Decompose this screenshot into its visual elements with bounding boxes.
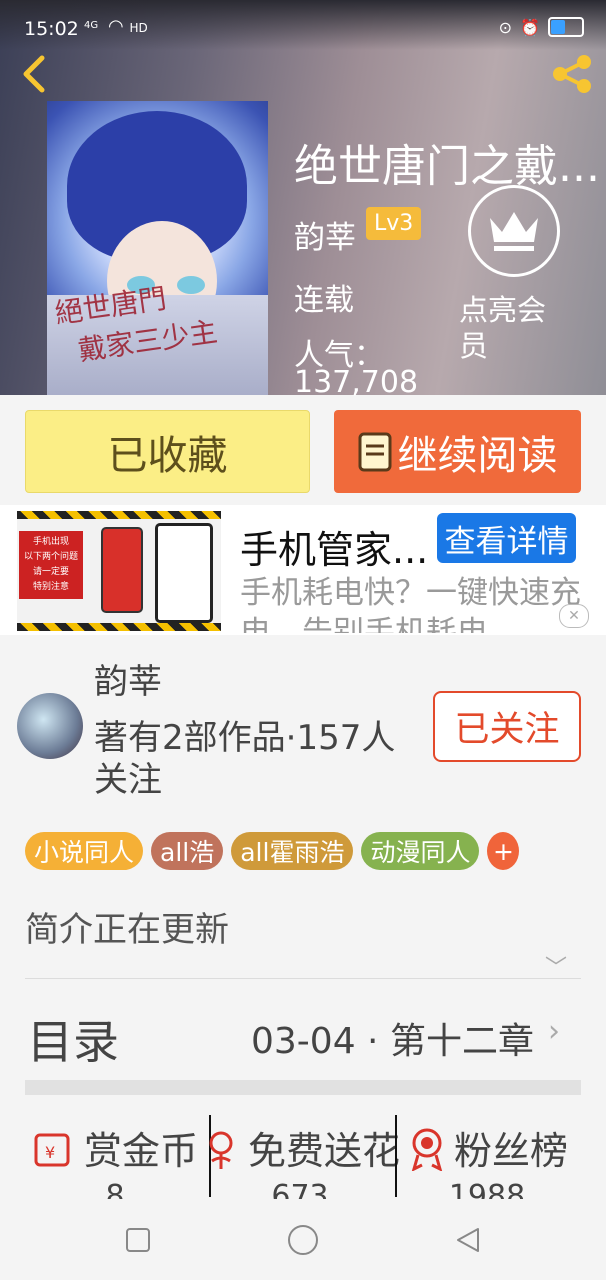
free-flowers[interactable]: 免费送花 673: [200, 1120, 400, 1199]
ad-image-text: 手机出现: [32, 537, 69, 547]
hd-indicator: HD: [129, 21, 148, 35]
status-bar: 15:02 4G ◠ HD ⊙ ⏰: [0, 0, 606, 46]
recent-apps-icon[interactable]: [125, 1227, 151, 1253]
divider: [25, 978, 581, 979]
ad-description: 手机耗电快？一键快速充电，告别手机耗电: [240, 575, 581, 633]
chevron-right-icon[interactable]: ›: [548, 1014, 560, 1049]
reward-coins[interactable]: ¥ 赏金币 8: [32, 1120, 198, 1199]
fan-ranking-label: 粉丝榜: [454, 1129, 569, 1173]
level-badge: Lv3: [366, 207, 422, 240]
tag-item[interactable]: 小说同人: [25, 832, 144, 870]
avatar[interactable]: [17, 693, 83, 759]
crown-icon[interactable]: [468, 185, 560, 277]
status-time: 15:02: [24, 18, 79, 40]
ad-image: 手机出现 以下两个问题 请一定要 特别注意: [17, 511, 221, 631]
popularity-value: 137,708: [294, 365, 419, 400]
ad-image-text: 请一定要: [32, 567, 69, 577]
back-button[interactable]: [14, 52, 54, 96]
tag-item[interactable]: 动漫同人: [361, 832, 480, 870]
ad-details-button[interactable]: 查看详情: [437, 513, 576, 563]
toc-label[interactable]: 目录: [27, 1006, 119, 1072]
continue-reading-label: 继续阅读: [397, 432, 558, 479]
share-button[interactable]: [548, 52, 596, 96]
fan-ranking[interactable]: 粉丝榜 1988: [406, 1120, 568, 1199]
author-info: 著有2部作品·157人关注: [94, 718, 396, 800]
reward-coins-value: 8: [105, 1179, 125, 1199]
home-icon[interactable]: [287, 1224, 319, 1256]
back-arrow-icon: [23, 55, 45, 93]
free-flowers-value: 673: [271, 1179, 329, 1199]
section-separator: [25, 1080, 581, 1095]
status-icons: ⊙ ⏰: [499, 17, 584, 37]
ad-title: 手机管家...: [240, 528, 429, 572]
lock-icon: ⊙: [498, 17, 513, 37]
ad-image-text: 以下两个问题: [23, 552, 78, 562]
share-icon: [553, 55, 591, 93]
flower-icon: [209, 1131, 233, 1169]
tag-item[interactable]: all霍雨浩: [231, 832, 354, 870]
continue-reading-button[interactable]: 继续阅读: [334, 410, 581, 493]
follow-button[interactable]: 已关注: [433, 691, 581, 762]
reward-coins-label: 赏金币: [84, 1129, 199, 1173]
signal-icon: 4G: [84, 20, 99, 31]
ad-banner[interactable]: 手机出现 以下两个问题 请一定要 特别注意 手机管家... 查看详情 手机耗电快…: [0, 505, 606, 635]
book-author[interactable]: 韵莘: [294, 212, 356, 257]
divider: [395, 1115, 397, 1197]
latest-chapter[interactable]: 03-04 · 第十二章: [251, 1012, 534, 1064]
book-cover[interactable]: 絕世唐門 戴家三少主: [47, 101, 268, 395]
close-icon[interactable]: ✕: [559, 604, 589, 628]
book-title: 绝世唐门之戴...: [294, 141, 600, 192]
coin-envelope-icon: ¥: [34, 1133, 70, 1166]
tag-list: 小说同人 all浩 all霍雨浩 动漫同人 +: [25, 832, 520, 870]
fan-ranking-value: 1988: [448, 1179, 526, 1199]
vip-label[interactable]: 点亮会员: [459, 292, 569, 364]
battery-icon: [548, 17, 584, 37]
book-icon: [358, 432, 391, 471]
add-tag-button[interactable]: +: [487, 832, 520, 870]
book-intro: 简介正在更新: [25, 910, 229, 950]
author-name[interactable]: 韵莘: [94, 654, 162, 703]
back-triangle-icon[interactable]: [454, 1226, 482, 1254]
medal-icon: [411, 1128, 443, 1171]
alarm-icon: ⏰: [520, 17, 540, 37]
tag-item[interactable]: all浩: [151, 832, 224, 870]
wifi-icon: ◠ HD: [108, 16, 148, 37]
serial-status: 连载: [294, 283, 354, 318]
favorite-button[interactable]: 已收藏: [25, 410, 310, 493]
free-flowers-label: 免费送花: [248, 1129, 401, 1173]
system-nav-bar: [0, 1200, 606, 1280]
ad-image-text: 特别注意: [32, 582, 69, 592]
svg-text:¥: ¥: [45, 1143, 55, 1162]
